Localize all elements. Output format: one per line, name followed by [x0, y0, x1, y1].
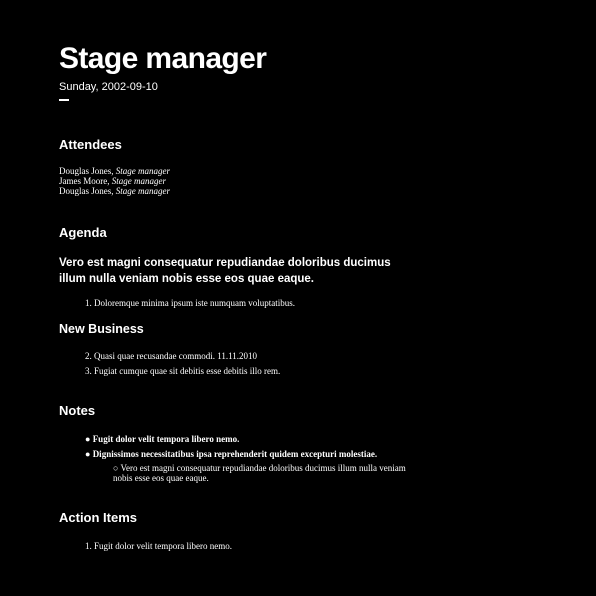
page-title: Stage manager	[59, 42, 267, 75]
attendee-name: Douglas Jones,	[59, 166, 116, 176]
action-items-heading: Action Items	[59, 510, 138, 525]
attendee-item: Douglas Jones, Stage manager	[59, 166, 170, 176]
item-number: 1.	[85, 541, 92, 551]
bullet-marker: ●	[85, 434, 91, 444]
agenda-lead: Vero est magni consequatur repudiandae d…	[59, 257, 391, 285]
item-text: Fugiat cumque quae sit debitis esse debi…	[94, 366, 281, 376]
item-text: Quasi quae recusandae commodi. 11.11.201…	[94, 351, 258, 361]
attendee-role: Stage manager	[115, 166, 170, 176]
new-business-item: 3. Fugiat cumque quae sit debitis esse d…	[85, 366, 280, 376]
notes-heading: Notes	[59, 403, 96, 418]
bullet-marker: ●	[85, 449, 91, 459]
notes-sub-bullet: ○ Vero est magni consequatur repudiandae…	[113, 463, 413, 483]
notes-bullet: ● Fugit dolor velit tempora libero nemo.	[85, 434, 239, 444]
bullet-marker: ○	[113, 463, 119, 473]
attendee-name: Douglas Jones,	[59, 186, 116, 196]
meeting-minutes-page: Stage manager Sunday, 2002-09-10 Attende…	[0, 0, 596, 596]
meeting-date: Sunday, 2002-09-10	[59, 81, 158, 93]
attendees-list: Douglas Jones, Stage manager James Moore…	[59, 166, 170, 196]
attendee-item: Douglas Jones, Stage manager	[59, 186, 170, 196]
new-business-heading: New Business	[59, 322, 144, 336]
attendee-role: Stage manager	[115, 186, 170, 196]
bullet-text: Vero est magni consequatur repudiandae d…	[113, 463, 406, 483]
bullet-text: Dignissimos necessitatibus ipsa reprehen…	[92, 449, 378, 459]
item-number: 3.	[85, 366, 92, 376]
agenda-item: 1. Doloremque minima ipsum iste numquam …	[85, 298, 295, 308]
item-text: Fugit dolor velit tempora libero nemo.	[94, 541, 232, 551]
item-text: Doloremque minima ipsum iste numquam vol…	[94, 298, 295, 308]
item-number: 2.	[85, 351, 92, 361]
action-item: 1. Fugit dolor velit tempora libero nemo…	[85, 541, 232, 551]
item-number: 1.	[85, 298, 92, 308]
attendee-role: Stage manager	[111, 176, 166, 186]
new-business-item: 2. Quasi quae recusandae commodi. 11.11.…	[85, 351, 257, 361]
notes-bullet: ● Dignissimos necessitatibus ipsa repreh…	[85, 449, 377, 459]
agenda-heading: Agenda	[59, 225, 107, 240]
bullet-text: Fugit dolor velit tempora libero nemo.	[92, 434, 240, 444]
attendee-item: James Moore, Stage manager	[59, 176, 170, 186]
title-divider	[59, 99, 69, 101]
attendee-name: James Moore,	[59, 176, 112, 186]
attendees-heading: Attendees	[59, 137, 122, 152]
